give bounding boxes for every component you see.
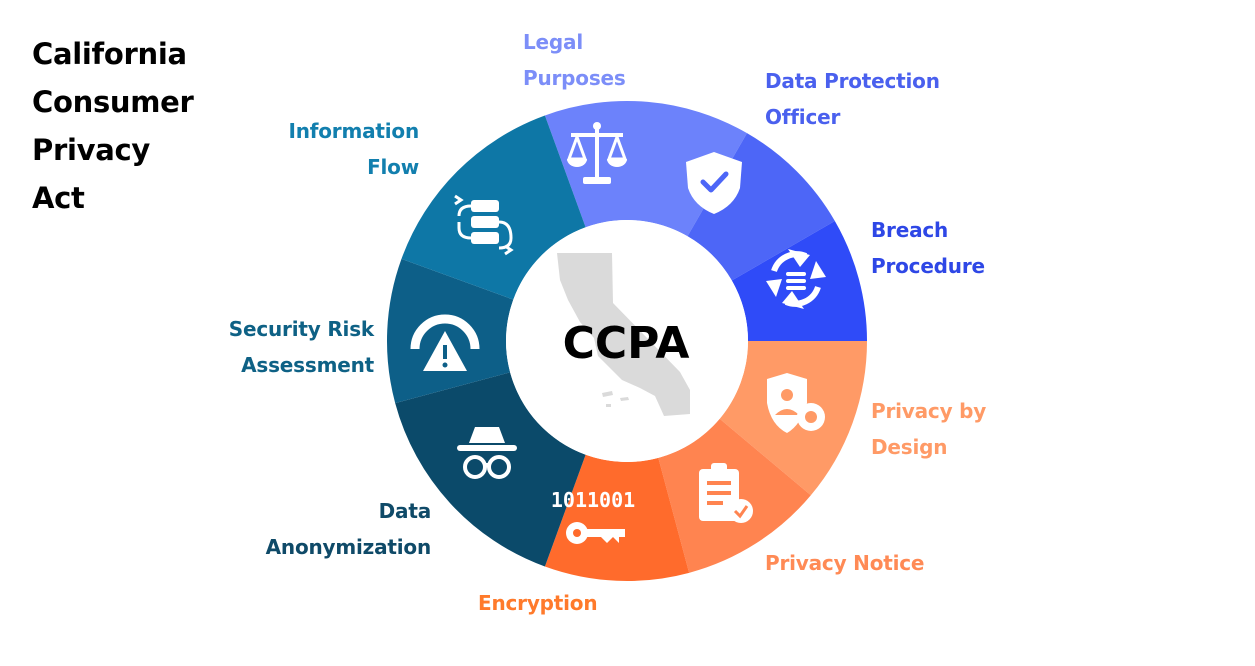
label-data-anonymization: Data Anonymization [265,493,432,565]
label-privacy-notice-line1: Privacy Notice [765,551,925,575]
label-information-flow: Information Flow [288,113,419,185]
ccpa-wheel: 1011001 CCPA [387,100,867,582]
label-breach-line1: Breach [871,218,949,242]
label-security-risk-assessment: Security Risk Assessment [229,311,374,383]
ccpa-diagram: California Consumer Privacy Act 1011001 [0,0,1255,666]
label-info-flow-line2: Flow [367,155,419,179]
label-breach-line2: Procedure [871,254,985,278]
label-data-protection-officer: Data Protection Officer [765,63,940,135]
label-dpo-line2: Officer [765,105,841,129]
svg-text:1011001: 1011001 [551,488,635,512]
label-dpo-line1: Data Protection [765,69,940,93]
label-sra-line1: Security Risk [228,317,374,341]
label-encryption: Encryption [478,585,598,621]
label-pbd-line2: Design [871,435,948,459]
label-pbd-line1: Privacy by [871,399,987,423]
label-legal-purposes-line1: Legal [523,30,583,54]
center-label: CCPA [563,318,690,369]
label-encryption-line1: Encryption [478,591,598,615]
label-sra-line2: Assessment [241,353,374,377]
label-privacy-notice: Privacy Notice [765,545,924,581]
label-privacy-by-design: Privacy by Design [871,393,986,465]
label-legal-purposes-line2: Purposes [523,66,626,90]
label-info-flow-line1: Information [288,119,419,143]
label-anon-line1: Data [378,499,432,523]
label-legal-purposes: Legal Purposes [523,24,626,96]
label-breach-procedure: Breach Procedure [871,212,985,284]
label-anon-line2: Anonymization [265,535,432,559]
